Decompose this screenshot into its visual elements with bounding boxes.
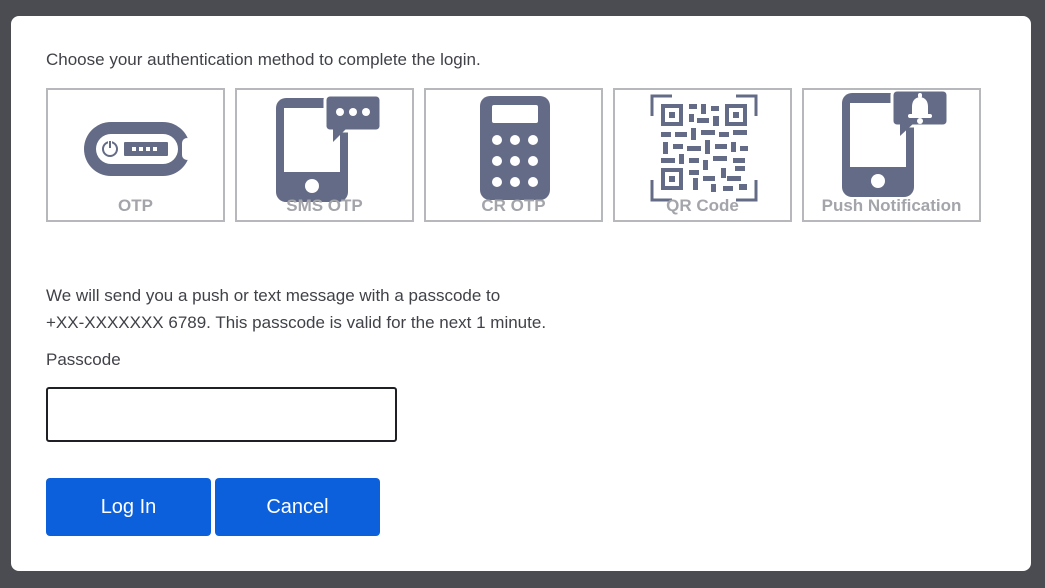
passcode-label: Passcode: [46, 350, 121, 369]
method-cr-otp[interactable]: CR OTP: [424, 88, 603, 222]
passcode-input[interactable]: [46, 387, 397, 442]
login-button[interactable]: Log In: [46, 478, 211, 536]
message-line: +XX-XXXXXXX 6789. This passcode is valid…: [46, 313, 547, 332]
message-line: We will send you a push or text message …: [46, 286, 501, 305]
method-label: OTP: [118, 196, 153, 215]
instructions-text: Choose your authentication method to com…: [46, 50, 481, 69]
method-label: SMS OTP: [286, 196, 363, 215]
method-label: CR OTP: [481, 196, 546, 215]
method-sms-otp[interactable]: SMS OTP: [235, 88, 414, 222]
cancel-button[interactable]: Cancel: [215, 478, 380, 536]
method-qr-code[interactable]: QR Code: [613, 88, 792, 222]
method-push-notification[interactable]: Push Notification: [802, 88, 981, 222]
method-otp[interactable]: OTP: [46, 88, 225, 222]
passcode-message: We will send you a push or text message …: [46, 282, 686, 336]
method-label: Push Notification: [821, 196, 962, 215]
auth-method-list: OTP SMS OTP CR OTP QR Code Push Notifica…: [46, 88, 981, 222]
method-label: QR Code: [666, 196, 739, 215]
auth-dialog: Choose your authentication method to com…: [11, 16, 1031, 571]
